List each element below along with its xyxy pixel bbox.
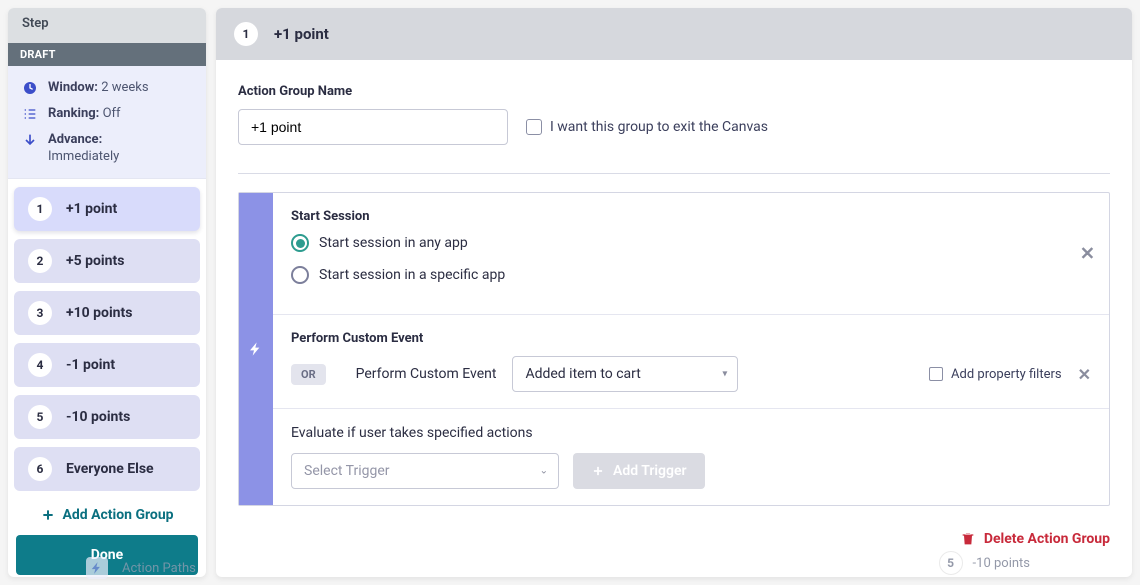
group-item-3[interactable]: 3 +10 points [14,291,200,335]
sidebar-meta: Window: 2 weeks Ranking: Off Advance: Imm… [8,66,206,179]
group-item-6[interactable]: 6 Everyone Else [14,447,200,491]
group-num: 5 [28,405,52,429]
bolt-icon [248,341,264,357]
radio-any-app-label: Start session in any app [319,235,468,251]
meta-window: Window: 2 weeks [22,80,192,96]
radio-specific-app-label: Start session in a specific app [319,267,505,283]
meta-window-val: 2 weeks [101,80,148,95]
main-header: 1 +1 point [216,8,1132,60]
close-icon[interactable]: ✕ [1078,365,1091,384]
delete-action-group-label: Delete Action Group [984,531,1110,547]
add-property-filters-checkbox[interactable]: Add property filters [929,367,1062,382]
group-label: Everyone Else [66,461,154,477]
group-num: 1 [28,197,52,221]
group-name-input[interactable] [238,109,508,145]
delete-action-group-button[interactable]: Delete Action Group [960,531,1110,547]
custom-event-section: Perform Custom Event OR Perform Custom E… [273,315,1109,409]
start-session-title: Start Session [291,209,1091,224]
custom-event-label: Perform Custom Event [356,366,497,382]
radio-icon [291,234,309,252]
meta-advance: Advance: Immediately [22,132,192,164]
group-label: +5 points [66,253,124,269]
group-label: +10 points [66,305,132,321]
meta-ranking-key: Ranking: [48,106,99,121]
meta-ranking-val: Off [103,106,121,121]
done-button[interactable]: Done [16,535,198,575]
meta-ranking: Ranking: Off [22,106,192,122]
plus-icon [40,507,56,523]
group-label: -1 point [66,357,115,373]
main-header-badge: 1 [234,22,258,46]
or-pill: OR [291,364,326,385]
exit-canvas-checkbox[interactable]: I want this group to exit the Canvas [526,119,768,135]
select-trigger-placeholder: Select Trigger [304,463,390,479]
status-badge-draft: DRAFT [8,43,206,66]
clock-icon [22,80,38,96]
radio-specific-app[interactable]: Start session in a specific app [291,266,1091,284]
group-label: +1 point [66,201,117,217]
custom-event-selected: Added item to cart [525,366,640,382]
evaluate-text: Evaluate if user takes specified actions [291,425,1091,441]
rule-card: Start Session Start session in any app S… [238,192,1110,506]
start-session-section: Start Session Start session in any app S… [273,193,1109,315]
add-action-group-label: Add Action Group [62,507,173,523]
list-icon [22,106,38,122]
group-label: -10 points [66,409,130,425]
rule-rail [239,193,273,505]
radio-any-app[interactable]: Start session in any app [291,234,1091,252]
custom-event-select[interactable]: Added item to cart ▾ [512,356,738,392]
checkbox-icon [929,367,943,381]
sidebar-step-label: Step [8,8,206,43]
arrow-down-icon [22,132,38,148]
plus-icon [591,464,605,478]
meta-advance-key: Advance: [48,132,102,147]
divider [238,173,1110,174]
chevron-down-icon: ⌄ [540,466,548,477]
group-num: 3 [28,301,52,325]
evaluate-section: Evaluate if user takes specified actions… [273,409,1109,505]
group-item-5[interactable]: 5 -10 points [14,395,200,439]
meta-advance-val: Immediately [48,149,119,164]
group-list: 1 +1 point 2 +5 points 3 +10 points 4 -1… [8,179,206,497]
close-icon[interactable]: ✕ [1080,243,1095,264]
checkbox-icon [526,119,542,135]
radio-icon [291,266,309,284]
select-trigger[interactable]: Select Trigger ⌄ [291,453,559,489]
trash-icon [960,531,976,547]
add-trigger-button[interactable]: Add Trigger [573,453,705,489]
main-panel: 1 +1 point Action Group Name I want this… [216,8,1132,577]
sidebar: Step DRAFT Window: 2 weeks Ranking: Off … [8,8,206,577]
add-property-filters-label: Add property filters [951,367,1062,382]
add-trigger-label: Add Trigger [613,463,687,479]
group-num: 2 [28,249,52,273]
group-item-1[interactable]: 1 +1 point [14,187,200,231]
group-num: 4 [28,353,52,377]
chevron-down-icon: ▾ [722,369,727,380]
page-title: +1 point [274,25,329,43]
add-action-group-button[interactable]: Add Action Group [8,497,206,535]
meta-window-key: Window: [48,80,98,95]
group-name-label: Action Group Name [238,84,1110,99]
group-item-2[interactable]: 2 +5 points [14,239,200,283]
group-item-4[interactable]: 4 -1 point [14,343,200,387]
exit-canvas-label: I want this group to exit the Canvas [550,119,768,135]
group-num: 6 [28,457,52,481]
custom-event-title: Perform Custom Event [291,331,1091,346]
